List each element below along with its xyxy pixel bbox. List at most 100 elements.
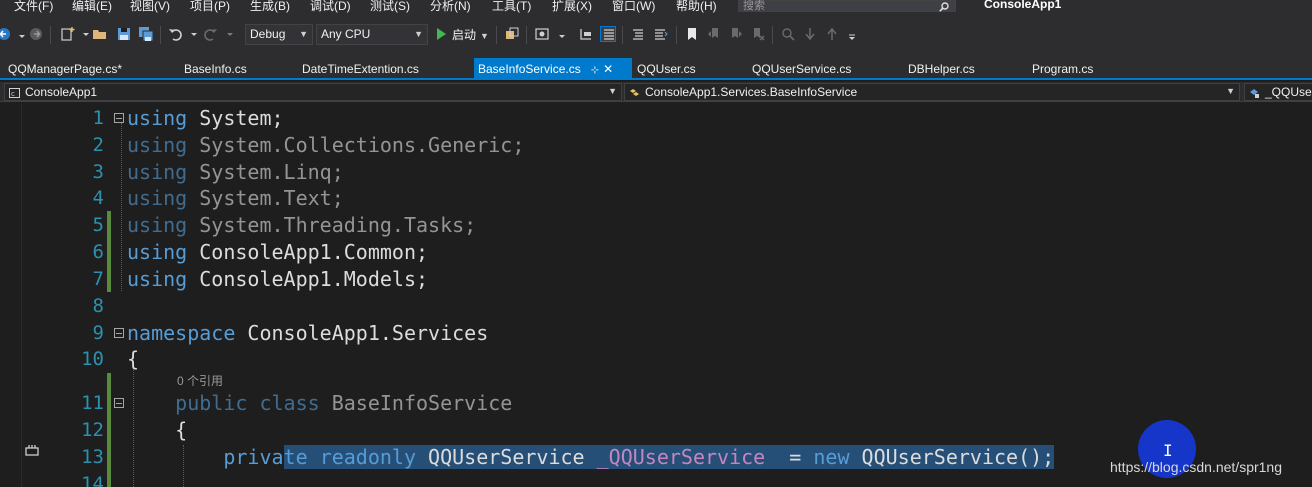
menu-help[interactable]: 帮助(H)	[676, 0, 717, 14]
platform-select[interactable]: Any CPU ▼	[316, 24, 428, 45]
code-line[interactable]: 10 {	[0, 346, 1312, 373]
code-text: using System.Text;	[127, 186, 344, 210]
browser-link-icon[interactable]	[504, 26, 520, 42]
tab-label: QQManagerPage.cs*	[8, 62, 123, 76]
save-all-icon[interactable]	[138, 26, 154, 42]
collapse-icon[interactable]	[114, 113, 124, 123]
tab-label: QQUserService.cs	[752, 62, 852, 76]
chevron-down-icon: ▼	[608, 86, 617, 96]
chevron-down-icon[interactable]	[186, 26, 197, 42]
reference-count-codelens[interactable]: 0 个引用	[177, 372, 223, 389]
chevron-down-icon: ▼	[414, 29, 423, 39]
menu-project[interactable]: 项目(P)	[190, 0, 230, 14]
new-project-icon[interactable]	[60, 26, 76, 42]
menu-window[interactable]: 窗口(W)	[612, 0, 655, 14]
configuration-value: Debug	[250, 27, 286, 41]
tab-qquser[interactable]: QQUser.cs	[637, 58, 696, 78]
code-text: using System;	[127, 106, 284, 130]
tab-qquserservice[interactable]: QQUserService.cs	[752, 58, 851, 78]
menu-tools[interactable]: 工具(T)	[492, 0, 531, 14]
clear-bookmarks-icon[interactable]	[750, 26, 766, 42]
menu-build[interactable]: 生成(B)	[250, 0, 290, 14]
code-line[interactable]: 5 using System.Threading.Tasks;	[0, 212, 1312, 239]
start-label: 启动	[452, 28, 477, 42]
line-number: 3	[92, 161, 104, 183]
arrow-down-icon[interactable]	[802, 26, 818, 42]
menu-view[interactable]: 视图(V)	[130, 0, 170, 14]
pin-icon[interactable]: ⊹	[591, 65, 599, 76]
code-line[interactable]: 4 using System.Text;	[0, 185, 1312, 212]
project-name: ConsoleApp1	[25, 85, 98, 99]
member-select[interactable]: _QQUserService	[1244, 83, 1312, 101]
start-button[interactable]: 启动 ▼	[434, 24, 493, 45]
chevron-down-icon: ▼	[1226, 86, 1235, 96]
layout-toggle-icon[interactable]	[600, 26, 616, 42]
code-line[interactable]: 3 using System.Linq;	[0, 159, 1312, 186]
collapse-icon[interactable]	[114, 398, 124, 408]
collapse-icon[interactable]	[114, 328, 124, 338]
redo-icon[interactable]	[202, 26, 218, 42]
chevron-down-icon[interactable]	[78, 26, 89, 42]
tab-qqmanagerpage[interactable]: QQManagerPage.cs*	[8, 58, 122, 78]
code-text: using System.Threading.Tasks;	[127, 213, 477, 237]
menu-edit[interactable]: 编辑(E)	[72, 0, 112, 14]
line-number: 8	[92, 295, 104, 317]
next-bookmark-icon[interactable]	[728, 26, 744, 42]
code-line[interactable]: 8	[0, 293, 1312, 320]
close-icon[interactable]: ✕	[603, 62, 613, 76]
document-tabs: QQManagerPage.cs* BaseInfo.cs DateTimeEx…	[0, 58, 1312, 80]
menu-debug[interactable]: 调试(D)	[310, 0, 351, 14]
code-line[interactable]: 9 namespace ConsoleApp1.Services	[0, 320, 1312, 347]
code-line[interactable]: 11 public class BaseInfoService	[0, 390, 1312, 417]
uncomment-lines-icon[interactable]	[652, 26, 668, 42]
comment-lines-icon[interactable]	[630, 26, 646, 42]
code-text: using System.Linq;	[127, 160, 344, 184]
open-folder-icon[interactable]	[92, 26, 108, 42]
navigate-back-icon[interactable]	[0, 26, 12, 42]
code-line[interactable]: 12 {	[0, 417, 1312, 444]
chevron-down-icon[interactable]	[222, 26, 233, 42]
chevron-down-icon[interactable]	[554, 26, 565, 42]
tab-datetimeextention[interactable]: DateTimeExtention.cs	[302, 58, 419, 78]
step-into-icon[interactable]	[578, 26, 594, 42]
bookmark-icon[interactable]	[684, 26, 700, 42]
code-line[interactable]: 6 using ConsoleApp1.Common;	[0, 239, 1312, 266]
code-editor[interactable]: 1 using System; 2 using System.Collectio…	[0, 103, 1312, 487]
menu-file[interactable]: 文件(F)	[14, 0, 53, 14]
toolbar-separator	[50, 26, 51, 44]
tab-dbhelper[interactable]: DBHelper.cs	[908, 58, 975, 78]
configuration-select[interactable]: Debug ▼	[245, 24, 313, 45]
app-title: ConsoleApp1	[984, 0, 1062, 11]
screenshot-icon[interactable]	[534, 26, 550, 42]
toolbar-overflow-icon[interactable]	[844, 26, 855, 42]
navigate-forward-icon[interactable]	[28, 26, 44, 42]
tab-program[interactable]: Program.cs	[1032, 58, 1093, 78]
project-select[interactable]: c ConsoleApp1 ▼	[4, 83, 622, 101]
menu-analyze[interactable]: 分析(N)	[430, 0, 471, 14]
save-icon[interactable]	[116, 26, 132, 42]
search-input[interactable]: 搜索	[738, 0, 956, 12]
field-icon	[1249, 87, 1260, 98]
arrow-up-icon[interactable]	[824, 26, 840, 42]
tab-baseinfoservice[interactable]: BaseInfoService.cs ⊹ ✕	[474, 58, 632, 78]
find-references-icon[interactable]	[780, 26, 796, 42]
line-number: 1	[92, 107, 104, 129]
line-number: 2	[92, 134, 104, 156]
menu-test[interactable]: 测试(S)	[370, 0, 410, 14]
menu-extensions[interactable]: 扩展(X)	[552, 0, 592, 14]
prev-bookmark-icon[interactable]	[706, 26, 722, 42]
platform-value: Any CPU	[321, 27, 371, 41]
code-line[interactable]: 1 using System;	[0, 105, 1312, 132]
type-select[interactable]: ConsoleApp1.Services.BaseInfoService ▼	[624, 83, 1240, 101]
undo-icon[interactable]	[168, 26, 184, 42]
tab-baseinfo[interactable]: BaseInfo.cs	[184, 58, 247, 78]
code-line[interactable]: 7 using ConsoleApp1.Models;	[0, 266, 1312, 293]
class-icon	[629, 87, 640, 97]
code-line[interactable]: 2 using System.Collections.Generic;	[0, 132, 1312, 159]
search-icon[interactable]	[939, 0, 949, 12]
chevron-down-icon[interactable]	[14, 28, 25, 44]
line-number: 14	[81, 473, 104, 487]
code-text: using ConsoleApp1.Models;	[127, 267, 429, 291]
tab-label: DBHelper.cs	[908, 62, 975, 76]
tab-label: BaseInfoService.cs	[478, 62, 581, 76]
